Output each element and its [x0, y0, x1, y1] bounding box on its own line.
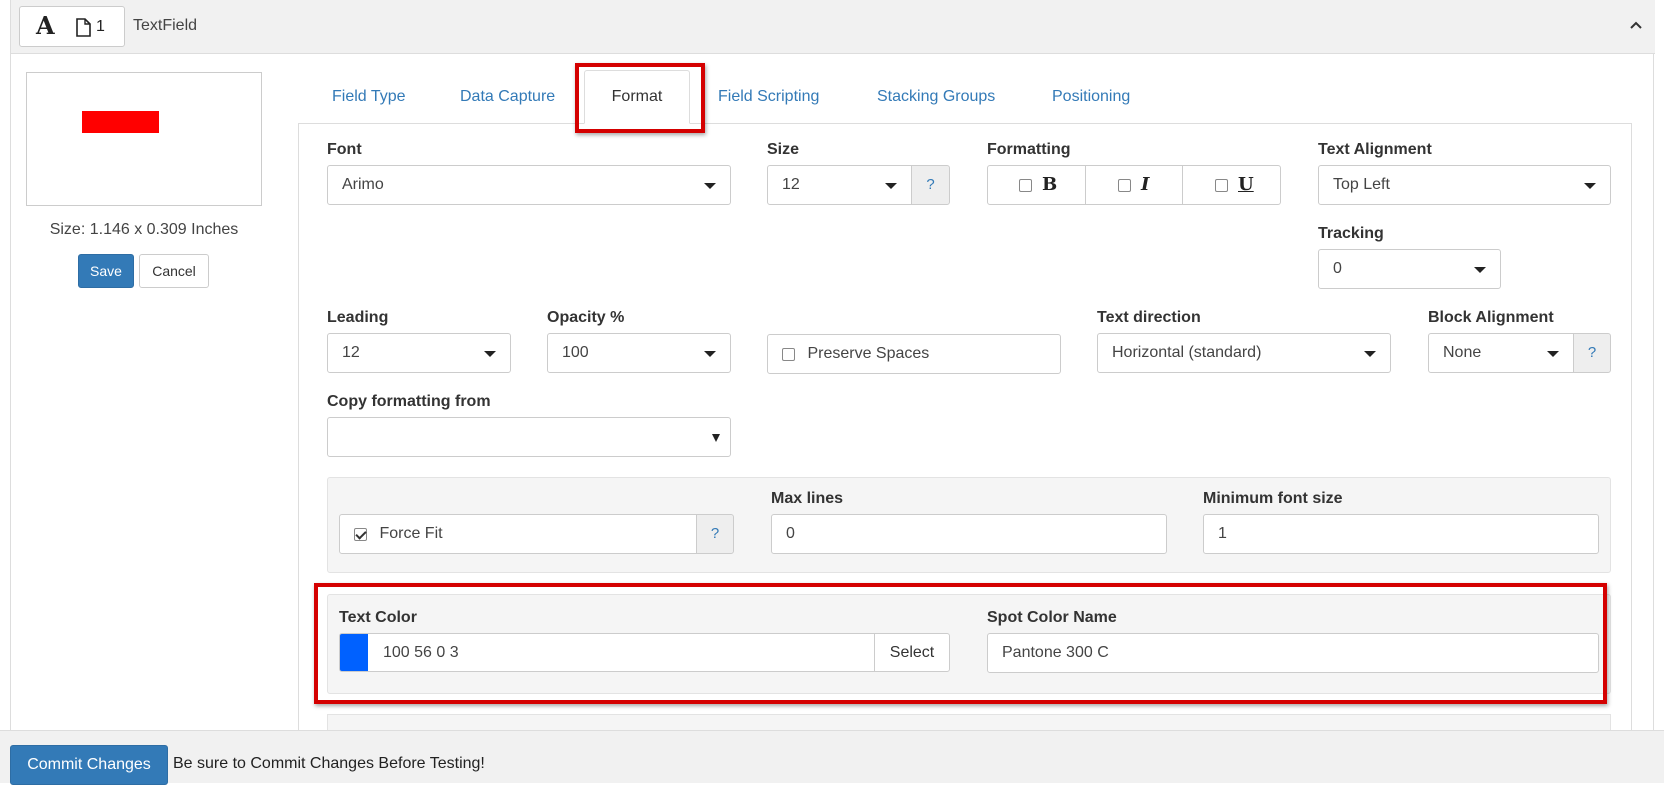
bold-checkbox[interactable]	[1019, 179, 1032, 192]
field-header: A 1 TextField	[11, 0, 1655, 54]
caret-down-icon	[704, 183, 716, 189]
caret-down-icon	[885, 183, 897, 189]
caret-down-icon	[704, 351, 716, 357]
chevron-up-icon[interactable]	[1629, 20, 1643, 30]
block-alignment-select[interactable]: None	[1428, 333, 1574, 373]
spot-color-label: Spot Color Name	[987, 609, 1117, 626]
opacity-label: Opacity %	[547, 309, 625, 326]
underline-toggle[interactable]: U	[1183, 166, 1280, 204]
caret-down-icon	[1547, 351, 1559, 357]
tab-field-type[interactable]: Field Type	[332, 70, 406, 124]
tab-stacking-groups[interactable]: Stacking Groups	[877, 70, 995, 124]
tab-positioning[interactable]: Positioning	[1052, 70, 1130, 124]
font-value: Arimo	[342, 176, 384, 193]
size-help-button[interactable]: ?	[911, 165, 950, 205]
leading-value: 12	[342, 344, 360, 361]
bold-icon: B	[1042, 174, 1058, 195]
tab-field-scripting[interactable]: Field Scripting	[718, 70, 819, 124]
commit-reminder: Be sure to Commit Changes Before Testing…	[173, 755, 485, 772]
text-direction-select[interactable]: Horizontal (standard)	[1097, 333, 1391, 373]
page-icon	[76, 18, 91, 37]
formatting-buttons: B I U	[987, 165, 1281, 205]
caret-down-icon	[712, 434, 720, 442]
field-type-icons: A 1	[19, 6, 125, 47]
bold-toggle[interactable]: B	[988, 166, 1086, 204]
tracking-select[interactable]: 0	[1318, 249, 1501, 289]
size-select[interactable]: 12	[767, 165, 912, 205]
force-fit-label: Force Fit	[379, 525, 443, 542]
max-lines-label: Max lines	[771, 490, 844, 507]
block-alignment-help-button[interactable]: ?	[1573, 333, 1611, 373]
text-color-swatch[interactable]	[339, 633, 369, 672]
page-count: 1	[96, 18, 105, 35]
field-title: TextField	[133, 17, 198, 34]
min-font-size-label: Minimum font size	[1203, 490, 1343, 507]
caret-down-icon	[484, 351, 496, 357]
tracking-label: Tracking	[1318, 225, 1384, 242]
copy-formatting-select[interactable]	[327, 417, 731, 457]
force-fit-help-button[interactable]: ?	[696, 514, 734, 554]
text-alignment-label: Text Alignment	[1318, 141, 1432, 158]
max-lines-input[interactable]: 0	[771, 514, 1167, 554]
preserve-spaces-label: Preserve Spaces	[807, 345, 930, 362]
font-label: Font	[327, 141, 362, 158]
preserve-spaces-toggle[interactable]: Preserve Spaces	[767, 334, 1061, 374]
font-select[interactable]: Arimo	[327, 165, 731, 205]
underline-icon: U	[1238, 174, 1254, 195]
force-fit-checkbox[interactable]	[354, 527, 367, 541]
text-direction-value: Horizontal (standard)	[1112, 344, 1262, 361]
text-color-input[interactable]: 100 56 0 3	[368, 633, 875, 672]
commit-changes-button[interactable]: Commit Changes	[10, 745, 168, 785]
preserve-spaces-checkbox[interactable]	[782, 347, 795, 361]
field-size: Size: 1.146 x 0.309 Inches	[49, 221, 239, 238]
caret-down-icon	[1364, 351, 1376, 357]
tab-data-capture[interactable]: Data Capture	[460, 70, 555, 124]
commit-bar: Commit Changes Be sure to Commit Changes…	[0, 730, 1664, 785]
block-alignment-label: Block Alignment	[1428, 309, 1554, 326]
size-label: Size	[767, 141, 800, 158]
cancel-button[interactable]: Cancel	[139, 254, 209, 288]
caret-down-icon	[1584, 183, 1596, 189]
caret-down-icon	[1474, 267, 1486, 273]
leading-label: Leading	[327, 309, 389, 326]
font-icon: A	[36, 11, 55, 40]
text-direction-label: Text direction	[1097, 309, 1201, 326]
preview-text-mark	[82, 111, 159, 133]
italic-toggle[interactable]: I	[1086, 166, 1183, 204]
underline-checkbox[interactable]	[1215, 179, 1228, 192]
italic-icon: I	[1141, 174, 1150, 195]
tracking-value: 0	[1333, 260, 1342, 277]
tab-format[interactable]: Format	[584, 70, 690, 124]
text-alignment-value: Top Left	[1333, 176, 1390, 193]
spot-color-input[interactable]: Pantone 300 C	[987, 633, 1599, 673]
italic-checkbox[interactable]	[1118, 179, 1131, 192]
field-preview	[26, 72, 262, 206]
copy-formatting-label: Copy formatting from	[327, 393, 491, 410]
leading-select[interactable]: 12	[327, 333, 511, 373]
opacity-select[interactable]: 100	[547, 333, 731, 373]
text-color-label: Text Color	[339, 609, 417, 626]
select-color-button[interactable]: Select	[874, 633, 950, 672]
save-button[interactable]: Save	[78, 254, 134, 288]
text-alignment-select[interactable]: Top Left	[1318, 165, 1611, 205]
formatting-label: Formatting	[987, 141, 1071, 158]
block-alignment-value: None	[1443, 344, 1482, 361]
force-fit-toggle[interactable]: Force Fit	[339, 514, 697, 554]
min-font-size-input[interactable]: 1	[1203, 514, 1599, 554]
opacity-value: 100	[562, 344, 589, 361]
size-value: 12	[782, 176, 800, 193]
